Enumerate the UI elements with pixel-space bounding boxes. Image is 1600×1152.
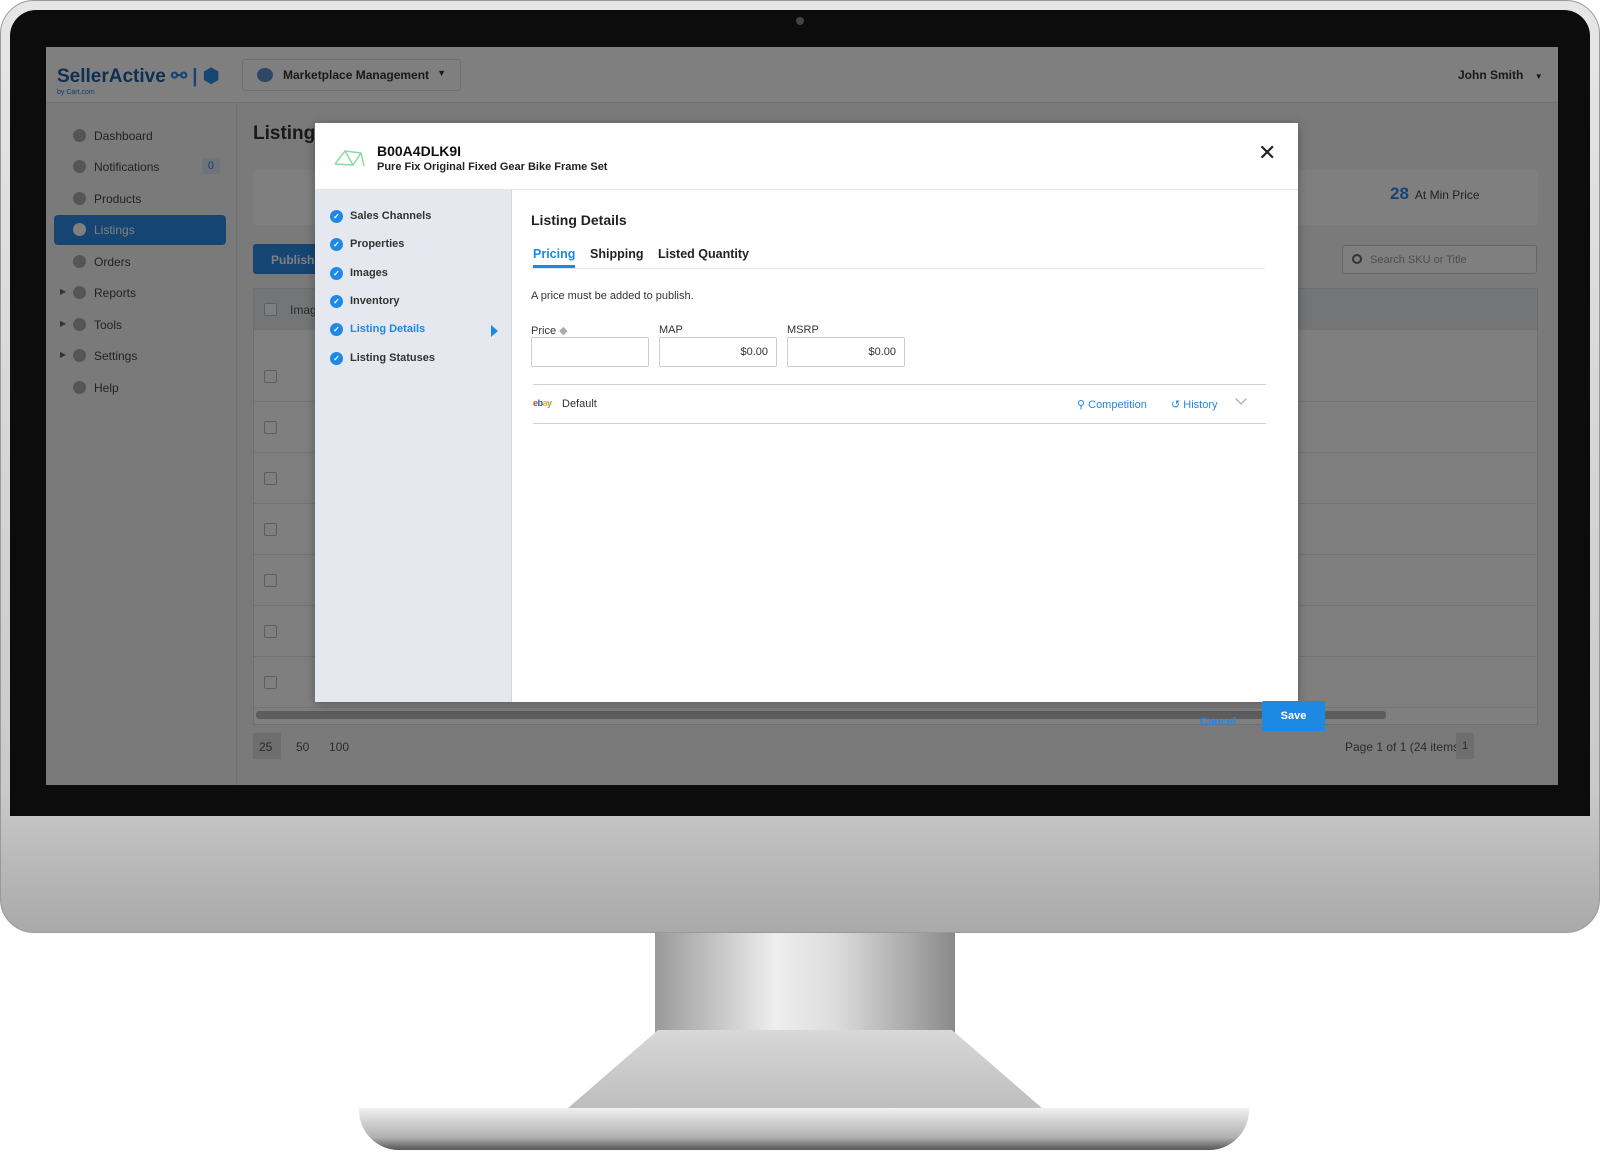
check-circle-icon: ✓ (330, 238, 343, 251)
step-sales-channels[interactable]: ✓ Sales Channels (330, 210, 431, 224)
tab-divider (531, 268, 1265, 269)
step-images[interactable]: ✓ Images (330, 267, 388, 281)
listing-modal: B00A4DLK9I Pure Fix Original Fixed Gear … (315, 123, 1325, 731)
tag-icon: ◆ (559, 325, 568, 337)
channel-name: Default (562, 398, 597, 410)
ebay-logo: ebay (533, 398, 552, 408)
search-dollar-icon: ⚲ (1077, 399, 1086, 411)
product-title: Pure Fix Original Fixed Gear Bike Frame … (377, 161, 608, 173)
msrp-label: MSRP (787, 324, 819, 336)
monitor-base (359, 1108, 1249, 1150)
bike-frame-thumbnail (334, 150, 365, 167)
competition-link[interactable]: ⚲ Competition (1077, 398, 1147, 411)
step-listing-statuses[interactable]: ✓ Listing Statuses (330, 352, 435, 366)
step-inventory[interactable]: ✓ Inventory (330, 295, 400, 309)
save-button[interactable]: Save (1262, 701, 1325, 731)
check-circle-icon: ✓ (330, 352, 343, 365)
divider (533, 384, 1266, 385)
check-circle-icon: ✓ (330, 295, 343, 308)
msrp-input[interactable]: $0.00 (787, 337, 905, 367)
price-hint: A price must be added to publish. (531, 290, 694, 302)
step-properties[interactable]: ✓ Properties (330, 238, 404, 252)
history-icon: ↺ (1171, 399, 1181, 411)
history-link[interactable]: ↺ History (1171, 398, 1218, 411)
cancel-button[interactable]: Cancel (1200, 716, 1236, 728)
check-circle-icon: ✓ (330, 323, 343, 336)
step-listing-details[interactable]: ✓ Listing Details (330, 323, 425, 337)
modal-header: B00A4DLK9I Pure Fix Original Fixed Gear … (315, 123, 1298, 190)
map-label: MAP (659, 324, 683, 336)
price-input[interactable] (531, 337, 649, 367)
product-sku: B00A4DLK9I (377, 143, 462, 159)
close-icon[interactable]: ✕ (1258, 142, 1276, 164)
active-step-arrow-icon (491, 325, 498, 337)
tab-listed-quantity[interactable]: Listed Quantity (658, 247, 749, 261)
tab-shipping[interactable]: Shipping (590, 247, 643, 261)
app-screen: SellerActive ⚯ | ⬢by Cart.com Marketplac… (46, 47, 1558, 785)
check-circle-icon: ✓ (330, 210, 343, 223)
monitor-stand-flare (560, 1030, 1050, 1115)
tab-pricing[interactable]: Pricing (533, 247, 576, 268)
camera (796, 17, 804, 25)
price-label: Price ◆ (531, 325, 568, 337)
section-title: Listing Details (531, 212, 627, 228)
monitor-stand (655, 933, 955, 1043)
chevron-down-icon[interactable] (1235, 393, 1247, 405)
divider (533, 423, 1266, 424)
map-input[interactable]: $0.00 (659, 337, 777, 367)
check-circle-icon: ✓ (330, 267, 343, 280)
